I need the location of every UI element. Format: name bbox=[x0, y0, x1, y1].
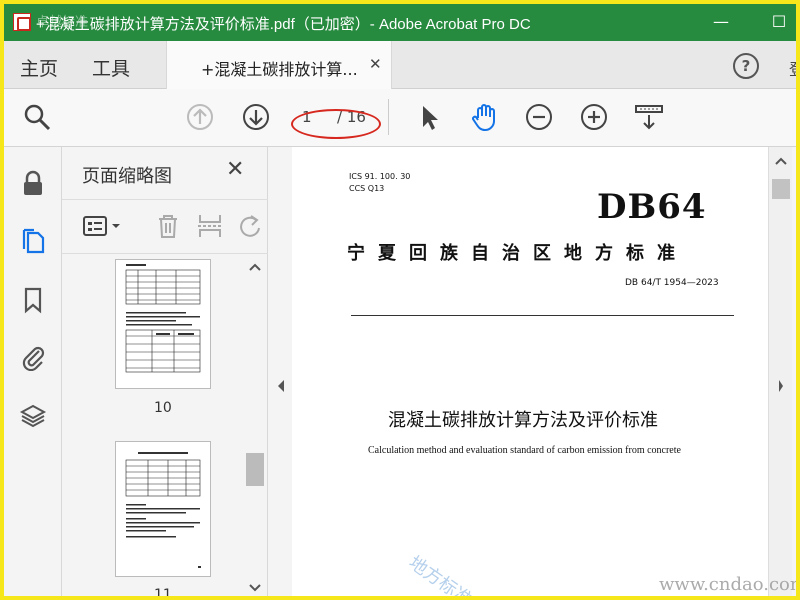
pages-icon[interactable] bbox=[19, 227, 47, 255]
select-cursor-icon[interactable] bbox=[414, 102, 444, 132]
collapse-arrow-icon[interactable] bbox=[276, 379, 286, 393]
page-thumbnails-panel: 页面缩略图 ✕ 10 11 bbox=[62, 147, 268, 600]
ccs-line: CCS Q13 bbox=[349, 184, 385, 193]
db64-logo: DB64 bbox=[597, 187, 707, 227]
hand-tool-icon[interactable] bbox=[469, 102, 499, 132]
tab-document[interactable]: +混凝土碳排放计算... ✕ bbox=[166, 41, 392, 89]
header-rule bbox=[351, 315, 734, 316]
app-window: 卓越标准 +混凝土碳排放计算方法及评价标准.pdf（已加密）- Adobe Ac… bbox=[0, 0, 800, 600]
delete-page-icon[interactable] bbox=[154, 212, 182, 240]
thumbnail-options-icon[interactable] bbox=[82, 214, 122, 240]
help-icon[interactable]: ? bbox=[733, 53, 759, 79]
attachment-icon[interactable] bbox=[19, 343, 47, 371]
toolbar bbox=[4, 89, 796, 147]
tab-bar: 主页 工具 +混凝土碳排放计算... ✕ ? 登 bbox=[4, 41, 796, 89]
thumbnail-scrollbar[interactable] bbox=[245, 255, 265, 596]
thumbnail-content bbox=[125, 452, 201, 568]
page-thumbnail-11[interactable] bbox=[115, 441, 211, 577]
next-page-icon[interactable] bbox=[241, 102, 271, 132]
tab-home[interactable]: 主页 bbox=[20, 54, 58, 81]
acrobat-app-icon bbox=[13, 13, 31, 31]
standard-region-heading: 宁夏回族自治区地方标准 bbox=[347, 243, 688, 264]
standard-number: DB 64/T 1954—2023 bbox=[625, 278, 719, 288]
document-title-en: Calculation method and evaluation standa… bbox=[368, 445, 681, 456]
bookmark-icon[interactable] bbox=[19, 286, 47, 314]
previous-page-icon[interactable] bbox=[185, 102, 215, 132]
thumbnail-label: 10 bbox=[154, 400, 172, 416]
thumbnail-content bbox=[125, 264, 201, 373]
tab-close-button[interactable]: ✕ bbox=[369, 55, 382, 73]
document-title-cn: 混凝土碳排放计算方法及评价标准 bbox=[388, 410, 658, 431]
ics-line: ICS 91. 100. 30 bbox=[349, 172, 411, 181]
document-scrollbar-track bbox=[772, 157, 790, 392]
maximize-button[interactable]: ☐ bbox=[767, 10, 791, 34]
title-bar: 卓越标准 +混凝土碳排放计算方法及评价标准.pdf（已加密）- Adobe Ac… bbox=[4, 4, 796, 41]
annotation-circle bbox=[291, 109, 381, 139]
panel-title: 页面缩略图 bbox=[82, 166, 172, 187]
panel-close-button[interactable]: ✕ bbox=[226, 157, 244, 182]
ics-code: ICS 91. 100. 30 CCS Q13 bbox=[349, 171, 410, 195]
minimize-button[interactable]: — bbox=[709, 10, 733, 34]
zoom-out-icon[interactable] bbox=[524, 102, 554, 132]
left-navigation-rail bbox=[4, 147, 62, 596]
thumbnail-scrollbar-track bbox=[246, 263, 264, 592]
page-thumbnail-10[interactable] bbox=[115, 259, 211, 389]
lock-icon[interactable] bbox=[19, 169, 47, 197]
search-icon[interactable] bbox=[22, 102, 52, 132]
layers-icon[interactable] bbox=[19, 402, 47, 430]
document-page: ICS 91. 100. 30 CCS Q13 DB64 宁夏回族自治区地方标准… bbox=[292, 147, 768, 596]
thumbnail-label: 11 bbox=[154, 587, 172, 600]
window-title: +混凝土碳排放计算方法及评价标准.pdf（已加密）- Adobe Acrobat… bbox=[36, 16, 531, 33]
zoom-in-icon[interactable] bbox=[579, 102, 609, 132]
tab-tools[interactable]: 工具 bbox=[92, 54, 130, 81]
sign-in-label[interactable]: 登 bbox=[789, 56, 796, 80]
site-watermark: www.cndao.com bbox=[659, 574, 800, 595]
extract-page-icon[interactable] bbox=[196, 212, 224, 240]
toolbar-divider bbox=[388, 99, 389, 135]
document-scrollbar[interactable] bbox=[768, 147, 792, 596]
panel-toolbar bbox=[62, 199, 268, 254]
scroll-mode-icon[interactable] bbox=[634, 102, 664, 132]
panel-collapse-handle[interactable] bbox=[268, 147, 292, 596]
rotate-page-icon[interactable] bbox=[236, 212, 264, 240]
tab-document-label: +混凝土碳排放计算... bbox=[201, 60, 358, 79]
